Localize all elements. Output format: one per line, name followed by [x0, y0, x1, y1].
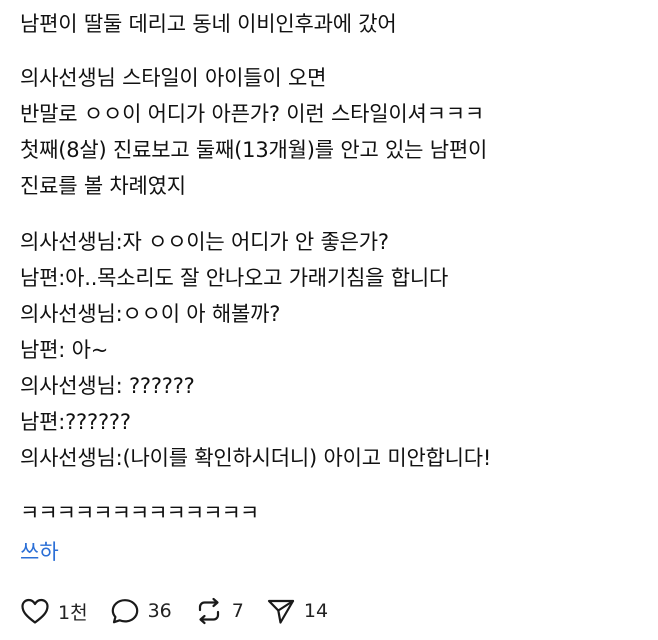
post-text-line: ㅋㅋㅋㅋㅋㅋㅋㅋㅋㅋㅋㅋㅋ: [20, 501, 259, 525]
dialogue-line: 남편: 아~: [20, 338, 109, 362]
reply-count: 36: [147, 600, 172, 622]
post-text-line: 진료를 볼 차례였지: [20, 174, 186, 198]
dialogue-line: 의사선생님:자 ㅇㅇ이는 어디가 안 좋은가?: [20, 230, 389, 254]
dialogue-line: 의사선생님:(나이를 확인하시더니) 아이고 미안합니다!: [20, 446, 492, 470]
send-icon: [266, 597, 296, 625]
repost-count: 7: [231, 600, 244, 622]
post-text-line: 반말로 ㅇㅇ이 어디가 아픈가? 이런 스타일이셔ㅋㅋㅋ: [20, 102, 484, 126]
paragraph-context: 의사선생님 스타일이 아이들이 오면 반말로 ㅇㅇ이 어디가 아픈가? 이런 스…: [20, 60, 487, 204]
dialogue-line: 의사선생님: ??????: [20, 374, 195, 398]
like-count: 1천: [58, 601, 88, 624]
share-button[interactable]: 14: [266, 597, 328, 625]
post-text-line: 남편이 딸둘 데리고 동네 이비인후과에 갔어: [20, 12, 397, 36]
dialogue-line: 남편:아..목소리도 잘 안나오고 가래기침을 합니다: [20, 266, 449, 290]
heart-icon: [20, 597, 50, 625]
topic-tag-link[interactable]: 쓰하: [20, 534, 59, 570]
dialogue-line: 의사선생님:ㅇㅇ이 아 해볼까?: [20, 302, 281, 326]
paragraph-dialogue: 의사선생님:자 ㅇㅇ이는 어디가 안 좋은가? 남편:아..목소리도 잘 안나오…: [20, 224, 491, 476]
repost-button[interactable]: 7: [194, 597, 244, 625]
dialogue-line: 남편:??????: [20, 410, 131, 434]
reply-icon: [110, 597, 140, 625]
paragraph-intro: 남편이 딸둘 데리고 동네 이비인후과에 갔어: [20, 6, 397, 42]
reply-button[interactable]: 36: [110, 597, 172, 625]
post-text-line: 의사선생님 스타일이 아이들이 오면: [20, 66, 327, 90]
share-count: 14: [303, 600, 329, 622]
action-bar: 1천 36 7 14: [20, 593, 350, 629]
repost-icon: [194, 597, 224, 625]
like-button[interactable]: 1천: [20, 597, 88, 625]
post-text-line: 첫째(8살) 진료보고 둘째(13개월)를 안고 있는 남편이: [20, 138, 488, 162]
paragraph-laugh: ㅋㅋㅋㅋㅋㅋㅋㅋㅋㅋㅋㅋㅋ: [20, 495, 259, 531]
